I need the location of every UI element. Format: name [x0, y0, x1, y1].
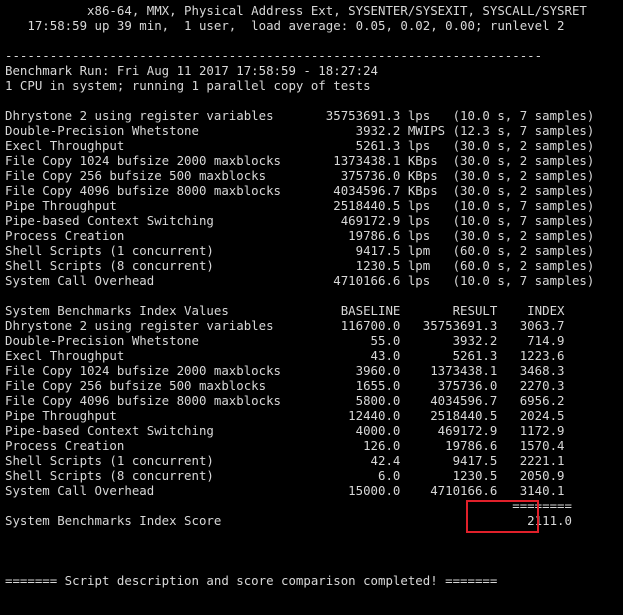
result-row: System Call Overhead 4710166.6 lps (10.0…: [5, 273, 595, 288]
terminal-window[interactable]: x86-64, MMX, Physical Address Ext, SYSEN…: [0, 0, 623, 600]
index-row: File Copy 4096 bufsize 8000 maxblocks 58…: [5, 393, 565, 408]
system-info-line: x86-64, MMX, Physical Address Ext, SYSEN…: [5, 3, 587, 18]
result-row: File Copy 4096 bufsize 8000 maxblocks 40…: [5, 183, 595, 198]
index-table-header: System Benchmarks Index Values BASELINE …: [5, 303, 565, 318]
index-row: Shell Scripts (8 concurrent) 6.0 1230.5 …: [5, 468, 565, 483]
index-row: File Copy 1024 bufsize 2000 maxblocks 39…: [5, 363, 565, 378]
result-row: Process Creation 19786.6 lps (30.0 s, 2 …: [5, 228, 595, 243]
index-row: Shell Scripts (1 concurrent) 42.4 9417.5…: [5, 453, 565, 468]
index-row: File Copy 256 bufsize 500 maxblocks 1655…: [5, 378, 565, 393]
index-row: System Call Overhead 15000.0 4710166.6 3…: [5, 483, 565, 498]
result-row: Execl Throughput 5261.3 lps (30.0 s, 2 s…: [5, 138, 595, 153]
cpu-info-line: 1 CPU in system; running 1 parallel copy…: [5, 78, 371, 93]
index-row: Execl Throughput 43.0 5261.3 1223.6: [5, 348, 565, 363]
result-row: Pipe-based Context Switching 469172.9 lp…: [5, 213, 595, 228]
index-row: Process Creation 126.0 19786.6 1570.4: [5, 438, 565, 453]
score-highlight-box: [466, 500, 539, 533]
separator-line: ----------------------------------------…: [5, 48, 543, 63]
result-row: Shell Scripts (1 concurrent) 9417.5 lpm …: [5, 243, 595, 258]
index-row: Double-Precision Whetstone 55.0 3932.2 7…: [5, 333, 565, 348]
result-row: Double-Precision Whetstone 3932.2 MWIPS …: [5, 123, 595, 138]
result-row: File Copy 256 bufsize 500 maxblocks 3757…: [5, 168, 595, 183]
index-row: Pipe-based Context Switching 4000.0 4691…: [5, 423, 565, 438]
result-row: Pipe Throughput 2518440.5 lps (10.0 s, 7…: [5, 198, 595, 213]
completion-message: ======= Script description and score com…: [5, 573, 498, 588]
result-row: Dhrystone 2 using register variables 357…: [5, 108, 595, 123]
index-row: Pipe Throughput 12440.0 2518440.5 2024.5: [5, 408, 565, 423]
benchmark-run-line: Benchmark Run: Fri Aug 11 2017 17:58:59 …: [5, 63, 378, 78]
index-row: Dhrystone 2 using register variables 116…: [5, 318, 565, 333]
result-row: Shell Scripts (8 concurrent) 1230.5 lpm …: [5, 258, 595, 273]
result-row: File Copy 1024 bufsize 2000 maxblocks 13…: [5, 153, 595, 168]
uptime-line: 17:58:59 up 39 min, 1 user, load average…: [5, 18, 565, 33]
